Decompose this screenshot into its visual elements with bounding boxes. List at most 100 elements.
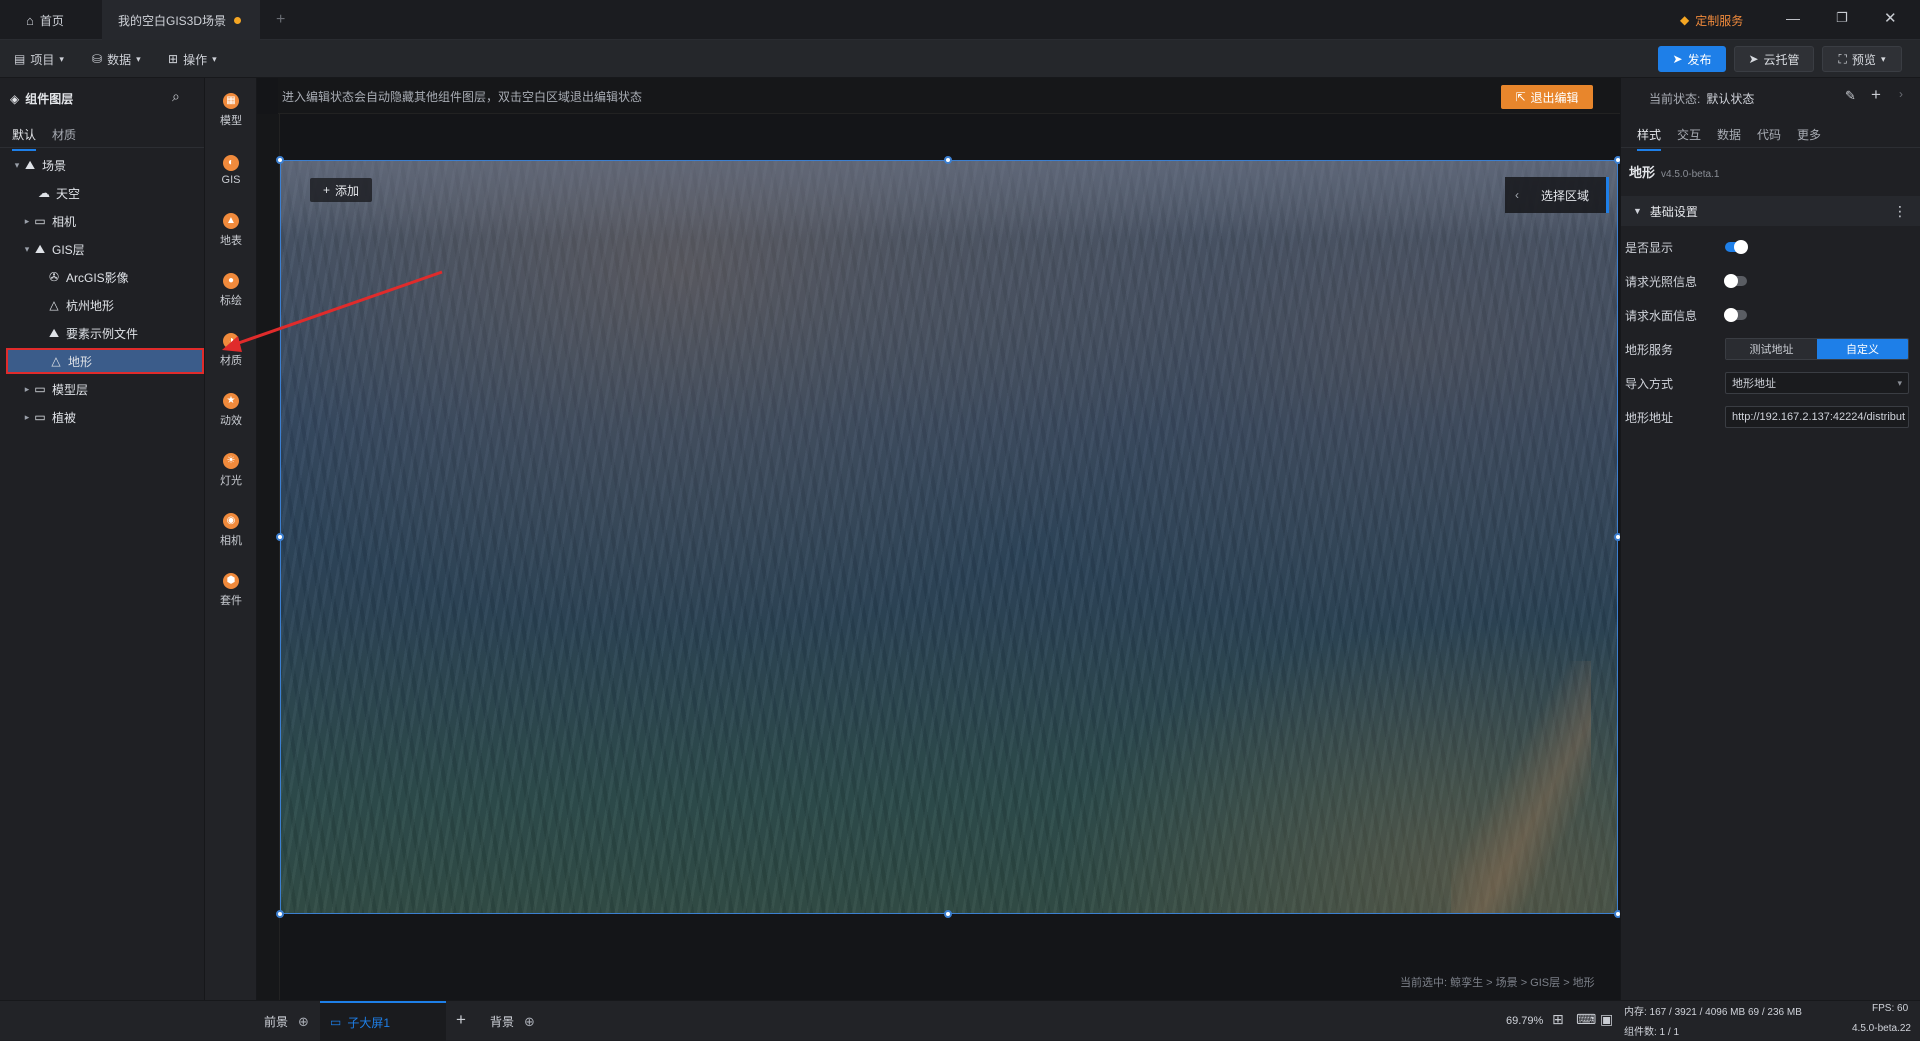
tab-material[interactable]: 材质 (52, 126, 76, 143)
layer-panel-title: 组件图层 (25, 92, 74, 106)
tree-item-sky[interactable]: ☁ 天空 (0, 180, 205, 206)
screen-tab[interactable]: ▭ 子大屏1 (320, 1001, 446, 1041)
restore-button[interactable]: ❐ (1836, 10, 1848, 26)
tool-model[interactable]: ▦ 模型 (205, 82, 257, 138)
search-icon[interactable]: ⌕ (172, 88, 180, 105)
import-method-select[interactable]: 地形地址 ▾ (1725, 372, 1909, 394)
chevron-right-icon[interactable]: › (1899, 87, 1903, 101)
tree-item-gis-layer[interactable]: ▾ ⛰ GIS层 (0, 236, 205, 262)
terrain-viewport[interactable] (280, 160, 1618, 914)
custom-service-link[interactable]: ◆ 定制服务 (1680, 10, 1743, 30)
edit-icon[interactable]: ✎ (1845, 88, 1856, 104)
tool-camera[interactable]: ◉ 相机 (205, 502, 257, 558)
tab-code[interactable]: 代码 (1757, 126, 1781, 143)
tree-item-model-layer[interactable]: ▸ ▭ 模型层 (0, 376, 205, 402)
resize-handle[interactable] (276, 156, 284, 164)
send-icon: ➤ (1748, 52, 1759, 66)
section-basic-settings[interactable]: ▼ 基础设置 ⋮ (1621, 196, 1920, 226)
tree-item-hangzhou-terrain[interactable]: △ 杭州地形 (0, 292, 205, 318)
tab-style[interactable]: 样式 (1637, 126, 1662, 151)
tool-label: 地表 (220, 234, 242, 247)
water-info-toggle[interactable] (1724, 308, 1747, 322)
cloud-host-button[interactable]: ➤ 云托管 (1734, 46, 1814, 72)
background-label: 背景 (490, 1015, 515, 1029)
menu-project[interactable]: ▤ 项目 ▾ (14, 40, 64, 78)
chevron-down-icon[interactable]: ▾ (12, 160, 22, 171)
tab-home[interactable]: ⌂ 首页 (12, 0, 90, 40)
resize-handle[interactable] (944, 156, 952, 164)
chevron-down-icon[interactable]: ▾ (22, 244, 32, 255)
service-test-option[interactable]: 测试地址 (1726, 339, 1817, 359)
chevron-right-icon[interactable]: ▸ (22, 216, 32, 227)
menu-operate[interactable]: ⊞ 操作 ▾ (168, 40, 217, 78)
tree-item-label: 要素示例文件 (66, 326, 139, 341)
tree-item-camera[interactable]: ▸ ▭ 相机 (0, 208, 205, 234)
plus-icon: + (322, 183, 330, 197)
prop-label: 地形地址 (1625, 410, 1674, 425)
toggle-knob (1734, 240, 1748, 254)
keyboard-icon[interactable]: ⌨ (1576, 1011, 1596, 1028)
select-area-panel[interactable]: ‹ 选择区域 (1505, 177, 1609, 213)
add-circle-icon[interactable]: ⊕ (524, 1014, 535, 1030)
tab-more[interactable]: 更多 (1797, 126, 1821, 143)
add-screen-button[interactable]: + (456, 1010, 466, 1030)
resize-handle[interactable] (276, 533, 284, 541)
service-custom-option[interactable]: 自定义 (1817, 339, 1908, 359)
screen-label: 子大屏1 (347, 1015, 391, 1030)
tool-surface[interactable]: ▲ 地表 (205, 202, 257, 258)
show-toggle[interactable] (1725, 240, 1748, 254)
front-layer-tab[interactable]: 前景 ⊕ (264, 1013, 309, 1030)
tool-effect[interactable]: ★ 动效 (205, 382, 257, 438)
select-area-label: 选择区域 (1541, 188, 1590, 203)
light-info-toggle[interactable] (1724, 274, 1747, 288)
more-icon[interactable]: ⋮ (1893, 203, 1907, 220)
add-button[interactable]: + 添加 (310, 178, 372, 202)
terminal-icon[interactable]: ▣ (1600, 1011, 1613, 1028)
add-state-icon[interactable]: + (1871, 85, 1881, 105)
publish-button[interactable]: ➤ 发布 (1658, 46, 1726, 72)
chevron-right-icon[interactable]: ▸ (22, 412, 32, 423)
memory-usage: 内存: 167 / 3921 / 4096 MB 69 / 236 MB (1624, 1007, 1802, 1018)
preview-button[interactable]: ⛶ 预览 ▾ (1822, 46, 1902, 72)
kit-icon: ⬢ (223, 572, 239, 589)
tab-default[interactable]: 默认 (12, 126, 37, 151)
exit-edit-button[interactable]: ⇱ 退出编辑 (1501, 85, 1593, 109)
menu-data[interactable]: ⛁ 数据 ▾ (92, 40, 141, 78)
tool-label: 动效 (220, 414, 242, 427)
tab-interaction[interactable]: 交互 (1677, 126, 1701, 143)
prop-label: 是否显示 (1625, 240, 1674, 255)
annotation-arrow (222, 270, 443, 352)
prop-import-method: 导入方式 地形地址 ▾ (1621, 368, 1920, 398)
fit-screen-icon[interactable]: ⊞ (1552, 1011, 1564, 1028)
tree-item-label: 模型层 (52, 382, 89, 397)
tree-item-feature-file[interactable]: ⛰ 要素示例文件 (0, 320, 205, 346)
zoom-level[interactable]: 69.79% (1506, 1015, 1543, 1027)
tab-data[interactable]: 数据 (1717, 126, 1741, 143)
prop-light-info: 请求光照信息 (1621, 266, 1920, 296)
tab-scene[interactable]: 我的空白GIS3D场景 (102, 0, 260, 40)
chevron-left-icon[interactable]: ‹ (1515, 188, 1519, 202)
add-circle-icon[interactable]: ⊕ (298, 1014, 309, 1030)
tool-gis[interactable]: ◐ GIS (205, 142, 257, 198)
gis-layer-icon: ⛰ (34, 241, 46, 256)
tree-item-scene[interactable]: ▾ ⛰ 场景 (0, 152, 205, 178)
new-tab-button[interactable]: + (276, 0, 296, 40)
tree-item-terrain-selected[interactable]: △ 地形 (6, 348, 204, 374)
tool-kit[interactable]: ⬢ 套件 (205, 562, 257, 618)
tree-item-vegetation[interactable]: ▸ ▭ 植被 (0, 404, 205, 430)
resize-handle[interactable] (944, 910, 952, 918)
grid-icon: ⊞ (168, 52, 179, 66)
chevron-down-icon: ▾ (136, 53, 141, 64)
minimize-button[interactable]: — (1786, 10, 1800, 26)
component-name: 地形 (1629, 165, 1656, 180)
resize-handle[interactable] (276, 910, 284, 918)
prop-label: 请求水面信息 (1625, 308, 1698, 323)
home-icon: ⌂ (26, 12, 34, 28)
background-layer-tab[interactable]: 背景 ⊕ (490, 1013, 535, 1030)
chevron-down-icon: ▾ (1897, 377, 1902, 388)
tree-item-arcgis[interactable]: ✇ ArcGIS影像 (0, 264, 205, 290)
close-button[interactable]: ✕ (1884, 9, 1897, 27)
chevron-right-icon[interactable]: ▸ (22, 384, 32, 395)
terrain-url-input[interactable]: http://192.167.2.137:42224/distribut (1725, 406, 1909, 428)
tool-light[interactable]: ☀ 灯光 (205, 442, 257, 498)
